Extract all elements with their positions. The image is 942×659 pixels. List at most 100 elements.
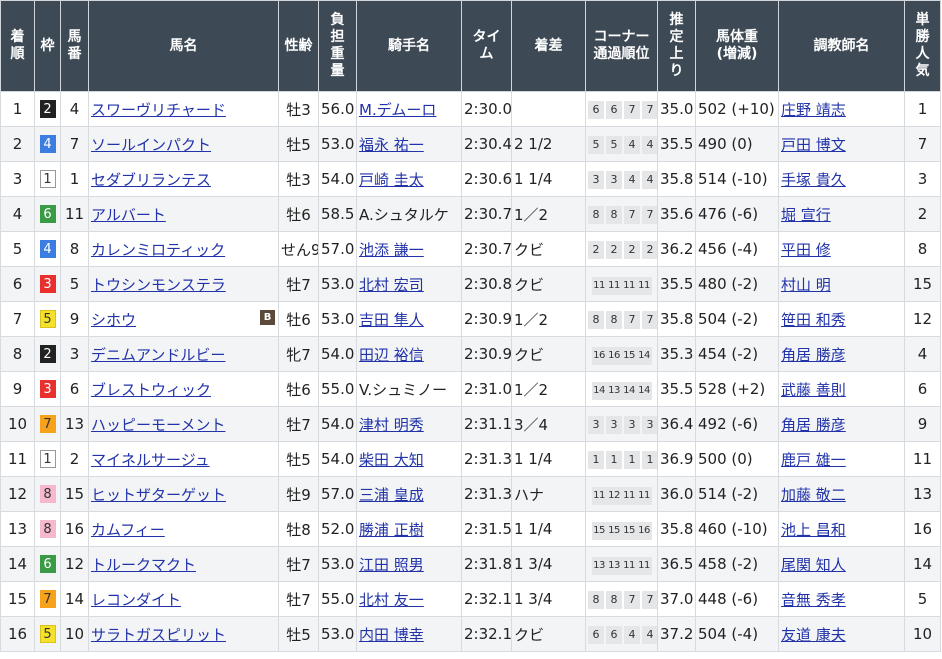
horse-name-link[interactable]: カムフィー xyxy=(91,521,165,539)
trainer-link[interactable]: 友道 康夫 xyxy=(781,626,846,644)
rank-cell: 7 xyxy=(0,301,35,337)
corner-position: 2 xyxy=(624,241,640,259)
finish-time: 2:30.6 xyxy=(464,170,512,188)
jockey-link[interactable]: 江田 照男 xyxy=(359,556,424,574)
jockey-link[interactable]: 池添 謙一 xyxy=(359,241,424,259)
trainer-cell: 角居 勝彦 xyxy=(778,336,905,372)
waku-badge: 8 xyxy=(39,520,56,539)
popularity: 7 xyxy=(917,135,928,153)
corner-position: 16 xyxy=(636,521,652,540)
horse-name-link[interactable]: スワーヴリチャード xyxy=(91,101,226,119)
waku-badge: 6 xyxy=(39,205,56,224)
finish-time: 2:30.7 xyxy=(464,205,512,223)
sex-age-cell: 牡7 xyxy=(278,406,319,442)
horse-name-cell: レコンダイト xyxy=(88,581,279,617)
horse-name-link[interactable]: デニムアンドルビー xyxy=(91,346,225,364)
jockey-link[interactable]: 内田 博幸 xyxy=(359,626,424,644)
carried-weight: 54.0 xyxy=(321,450,355,468)
trainer-link[interactable]: 戸田 博文 xyxy=(781,136,846,154)
trainer-link[interactable]: 平田 修 xyxy=(781,241,831,259)
trainer-link[interactable]: 角居 勝彦 xyxy=(781,416,846,434)
trainer-link[interactable]: 音無 秀孝 xyxy=(781,591,846,609)
trainer-link[interactable]: 池上 昌和 xyxy=(781,521,846,539)
horse-name-link[interactable]: レコンダイト xyxy=(91,591,181,609)
trainer-link[interactable]: 庄野 靖志 xyxy=(781,101,846,119)
trainer-link[interactable]: 加藤 敬二 xyxy=(781,486,846,504)
corner-cell: 5544 xyxy=(585,126,658,162)
rank-value: 10 xyxy=(7,415,28,433)
sex-age: 牡9 xyxy=(286,485,311,504)
jockey-link[interactable]: 北村 宏司 xyxy=(359,276,424,294)
rank-cell: 12 xyxy=(0,476,35,512)
bodyweight-cell: 492 (-6) xyxy=(695,406,779,442)
trainer-link[interactable]: 村山 明 xyxy=(781,276,831,294)
weight-cell: 58.5 xyxy=(318,196,357,232)
jockey-link[interactable]: 吉田 隼人 xyxy=(359,311,424,329)
sex-age: 牡7 xyxy=(286,275,311,294)
table-row: 11 1 2 マイネルサージュ 牡5 54.0 柴田 大知 2:31.3 1 1/4 1 1 1 1 36… xyxy=(0,441,941,477)
corner-cell: 11 11 11 11 xyxy=(585,266,658,302)
corner-position: 11 xyxy=(606,276,622,295)
carried-weight: 55.0 xyxy=(321,380,355,398)
corner-positions: 13 13 11 11 xyxy=(591,556,652,575)
header-row: 着 順 枠 馬 番 馬名 性齢 負 担 重 量 騎手名 タイ ム 着差 コーナー… xyxy=(0,0,941,92)
waku-badge: 3 xyxy=(39,275,56,294)
jockey-cell: 勝浦 正樹 xyxy=(356,511,462,547)
corner-position: 3 xyxy=(624,416,640,434)
corner-positions: 6644 xyxy=(588,626,657,644)
horse-name-link[interactable]: カレンミロティック xyxy=(91,241,225,259)
waku-cell: 4 xyxy=(34,126,61,162)
jockey-link[interactable]: 福永 祐一 xyxy=(359,136,424,154)
jockey-link[interactable]: 勝浦 正樹 xyxy=(359,521,424,539)
horse-name-link[interactable]: トウシンモンステラ xyxy=(91,276,226,294)
time-cell: 2:30.4 xyxy=(461,126,512,162)
horse-name-link[interactable]: ソールインパクト xyxy=(91,136,211,154)
horse-number-cell: 8 xyxy=(60,231,89,267)
jockey-link[interactable]: 三浦 皇成 xyxy=(359,486,424,504)
margin-cell: クビ xyxy=(511,616,586,652)
horse-name-link[interactable]: ヒットザターゲット xyxy=(91,486,226,504)
popularity-cell: 7 xyxy=(904,126,941,162)
header-pop-label: 単 勝 人 気 xyxy=(915,12,930,79)
trainer-link[interactable]: 笹田 和秀 xyxy=(781,311,846,329)
horse-name-link[interactable]: アルバート xyxy=(91,206,166,224)
header-num: 馬 番 xyxy=(60,0,89,92)
corner-position: 8 xyxy=(606,206,622,224)
corner-position: 11 xyxy=(621,486,637,505)
horse-name-link[interactable]: トルークマクト xyxy=(91,556,196,574)
carried-weight: 53.0 xyxy=(321,135,355,153)
rank-value: 9 xyxy=(12,380,23,398)
trainer-link[interactable]: 尾関 知人 xyxy=(781,556,846,574)
last3f-cell: 36.0 xyxy=(657,476,696,512)
horse-name-link[interactable]: セダブリランテス xyxy=(91,171,211,189)
corner-position: 1 xyxy=(588,451,604,469)
horse-name-link[interactable]: シホウ xyxy=(91,311,136,329)
jockey-link[interactable]: 北村 友一 xyxy=(359,591,424,609)
carried-weight: 55.0 xyxy=(321,590,355,608)
trainer-link[interactable]: 手塚 貴久 xyxy=(781,171,846,189)
corner-position: 15 xyxy=(621,521,637,540)
horse-name-link[interactable]: ブレストウィック xyxy=(91,381,211,399)
jockey-link[interactable]: M.デムーロ xyxy=(359,101,436,119)
horse-name-link[interactable]: マイネルサージュ xyxy=(91,451,210,469)
horse-name-link[interactable]: サラトガスピリット xyxy=(91,626,226,644)
trainer-link[interactable]: 堀 宣行 xyxy=(781,206,831,224)
jockey-link[interactable]: 柴田 大知 xyxy=(359,451,424,469)
trainer-link[interactable]: 鹿戸 雄一 xyxy=(781,451,846,469)
margin-cell: 1／2 xyxy=(511,196,586,232)
corner-position: 11 xyxy=(621,276,637,295)
finish-time: 2:30.0 xyxy=(464,100,512,118)
popularity: 13 xyxy=(912,485,933,503)
jockey-link[interactable]: 戸崎 圭太 xyxy=(359,171,424,189)
horse-name-link[interactable]: ハッピーモーメント xyxy=(91,416,225,434)
rank-value: 6 xyxy=(12,275,23,293)
horse-number: 3 xyxy=(69,345,80,363)
trainer-link[interactable]: 角居 勝彦 xyxy=(781,346,846,364)
horse-number-cell: 4 xyxy=(60,91,89,127)
horse-name-cell: カレンミロティック xyxy=(88,231,279,267)
rank-value: 14 xyxy=(7,555,28,573)
jockey-link[interactable]: 津村 明秀 xyxy=(359,416,424,434)
jockey-link[interactable]: 田辺 裕信 xyxy=(359,346,424,364)
corner-position: 3 xyxy=(606,416,622,434)
trainer-link[interactable]: 武藤 善則 xyxy=(781,381,846,399)
